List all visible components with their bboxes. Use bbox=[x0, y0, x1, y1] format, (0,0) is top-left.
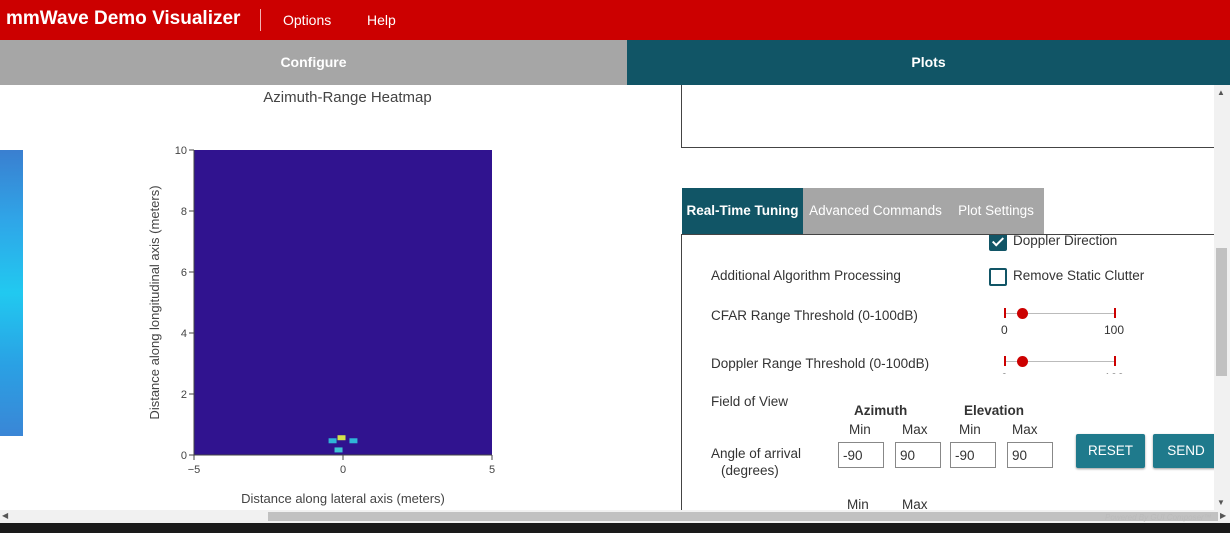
header-divider bbox=[260, 9, 261, 31]
remove-static-clutter-label: Remove Static Clutter bbox=[1013, 268, 1145, 283]
doppler-direction-checkbox[interactable] bbox=[989, 235, 1007, 251]
heatmap-hotspot bbox=[337, 435, 346, 441]
tab-plot-settings[interactable]: Plot Settings bbox=[948, 188, 1044, 234]
cfar-range-min: 0 bbox=[1001, 323, 1008, 337]
heatmap-ylabel: Distance along longitudinal axis (meters… bbox=[147, 185, 162, 420]
heatmap-hotspot bbox=[349, 438, 358, 444]
console-output-box bbox=[681, 85, 1216, 148]
azimuth-min-label: Min bbox=[849, 422, 871, 437]
menu-options[interactable]: Options bbox=[283, 12, 331, 28]
powered-by-label: Powered By GUI Composer™ bbox=[1105, 513, 1212, 522]
elevation-min-input[interactable]: -90 bbox=[950, 442, 996, 468]
reset-button[interactable]: RESET bbox=[1076, 434, 1145, 468]
elevation-max-label: Max bbox=[1012, 422, 1038, 437]
cfar-range-slider-thumb[interactable] bbox=[1016, 308, 1028, 319]
doppler-range-clip-mask bbox=[982, 374, 1142, 382]
heatmap-xlabel: Distance along lateral axis (meters) bbox=[241, 491, 445, 506]
partial-plot-colorbar bbox=[0, 150, 23, 436]
x-tick-label: −5 bbox=[188, 464, 201, 476]
scroll-down-arrow-icon[interactable]: ▼ bbox=[1217, 498, 1225, 507]
scroll-left-arrow-icon[interactable]: ◀ bbox=[2, 511, 8, 520]
heatmap-title: Azimuth-Range Heatmap bbox=[263, 89, 432, 106]
heatmap-area bbox=[194, 150, 492, 455]
azimuth-max-input[interactable]: 90 bbox=[895, 442, 941, 468]
tab-real-time-tuning[interactable]: Real-Time Tuning bbox=[682, 188, 803, 234]
x-tick-label: 5 bbox=[489, 464, 495, 476]
heatmap-hotspot bbox=[334, 447, 343, 453]
angle-units-label: (degrees) bbox=[721, 463, 779, 478]
cfar-range-slider[interactable] bbox=[1004, 308, 1116, 322]
vertical-scrollbar-thumb[interactable] bbox=[1216, 248, 1227, 376]
y-tick-label: 6 bbox=[181, 267, 187, 279]
horizontal-scrollbar-thumb[interactable] bbox=[268, 512, 1218, 521]
real-time-tuning-panel: Doppler Direction Additional Algorithm P… bbox=[681, 234, 1215, 513]
menu-help[interactable]: Help bbox=[367, 12, 396, 28]
x-tick-label: 0 bbox=[340, 464, 346, 476]
azimuth-header: Azimuth bbox=[854, 403, 908, 418]
azimuth-max-label: Max bbox=[902, 422, 928, 437]
cfar-range-max: 100 bbox=[1104, 323, 1125, 337]
azimuth-min-input[interactable]: -90 bbox=[838, 442, 884, 468]
angle-of-arrival-label: Angle of arrival bbox=[711, 446, 802, 461]
doppler-range-label: Doppler Range Threshold (0-100dB) bbox=[711, 356, 930, 371]
doppler-range-slider[interactable] bbox=[1004, 356, 1116, 370]
taskbar-strip bbox=[0, 523, 1230, 533]
tab-plots[interactable]: Plots bbox=[627, 40, 1230, 85]
remove-static-clutter-checkbox[interactable] bbox=[989, 268, 1007, 286]
elevation-header: Elevation bbox=[964, 403, 1025, 418]
y-tick-label: 0 bbox=[181, 450, 187, 462]
tab-configure[interactable]: Configure bbox=[0, 40, 627, 85]
y-tick-label: 2 bbox=[181, 389, 187, 401]
elevation-min-label: Min bbox=[959, 422, 981, 437]
app-title: mmWave Demo Visualizer bbox=[6, 8, 241, 29]
heatmap-hotspot bbox=[328, 438, 337, 444]
tab-advanced-commands[interactable]: Advanced Commands bbox=[803, 188, 948, 234]
scroll-right-arrow-icon[interactable]: ▶ bbox=[1220, 511, 1226, 520]
heatmap-plot[interactable]: 0246810 −5 0 5 bbox=[130, 135, 510, 485]
elevation-max-input[interactable]: 90 bbox=[1007, 442, 1053, 468]
scroll-up-arrow-icon[interactable]: ▲ bbox=[1217, 88, 1225, 97]
cfar-range-label: CFAR Range Threshold (0-100dB) bbox=[711, 308, 918, 323]
send-button[interactable]: SEND bbox=[1153, 434, 1215, 468]
doppler-range-slider-thumb[interactable] bbox=[1016, 356, 1028, 367]
y-tick-label: 4 bbox=[181, 328, 187, 340]
y-tick-label: 8 bbox=[181, 206, 187, 218]
additional-processing-label: Additional Algorithm Processing bbox=[711, 268, 901, 283]
field-of-view-label: Field of View bbox=[711, 394, 789, 409]
doppler-direction-label: Doppler Direction bbox=[1013, 234, 1118, 248]
y-tick-label: 10 bbox=[175, 145, 187, 157]
